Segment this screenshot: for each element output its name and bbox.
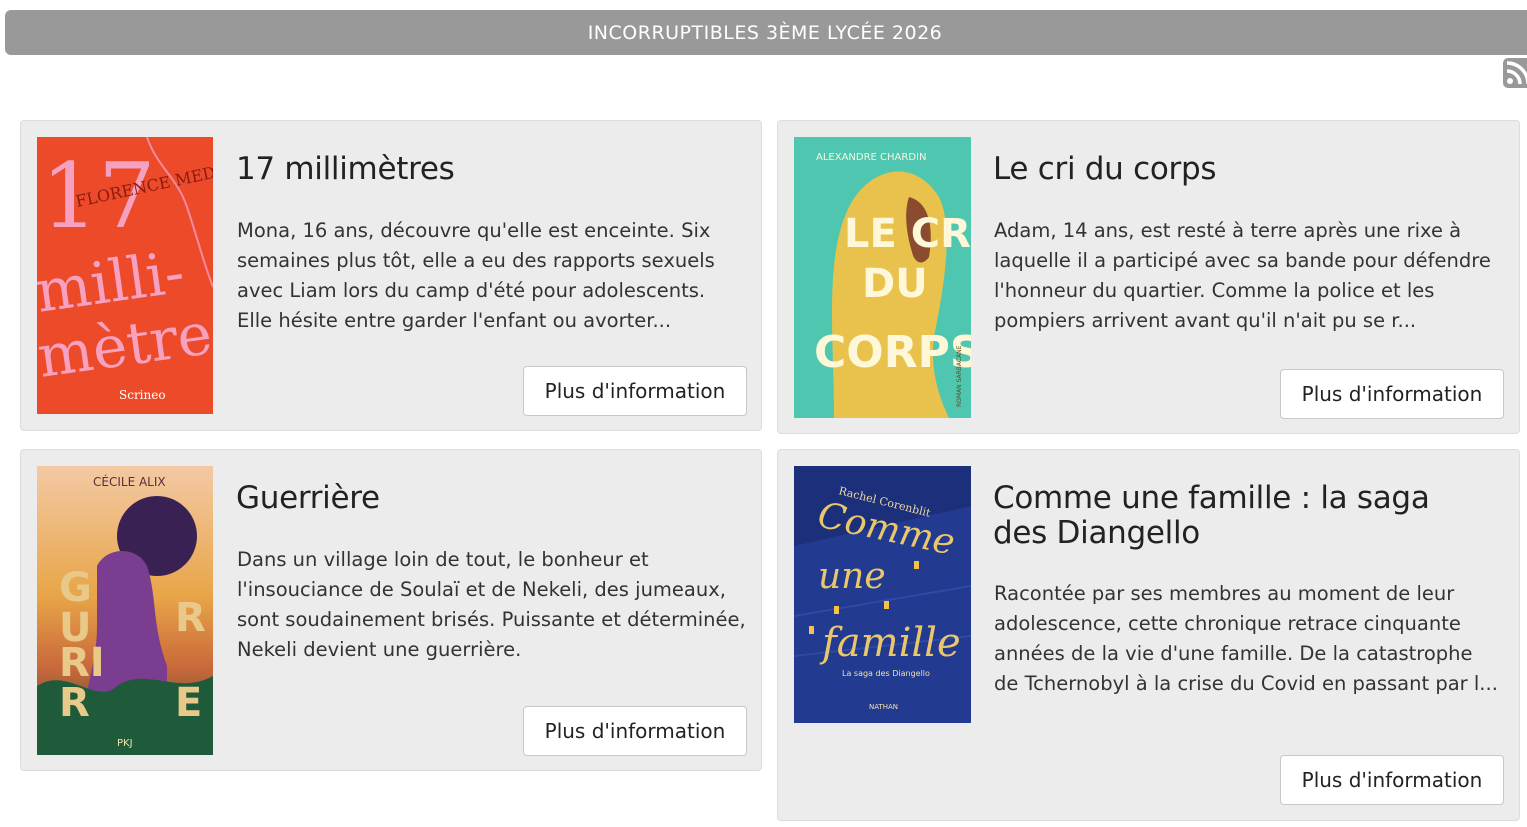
book-card: ALEXANDRE CHARDIN LE CRI DU CORPS ROMAN … — [777, 120, 1520, 434]
cover-spine: ROMAN SARBACANE — [956, 345, 963, 407]
book-card: 17 FLORENCE MEDINA milli- mètres Scrineo… — [20, 120, 762, 431]
book-cover[interactable]: ALEXANDRE CHARDIN LE CRI DU CORPS ROMAN … — [794, 137, 971, 418]
book-card: Rachel Corenblit Comme une famille La sa… — [777, 449, 1520, 821]
cover-publisher: PKJ — [117, 738, 133, 749]
book-description: Mona, 16 ans, découvre qu'elle est encei… — [237, 219, 715, 332]
book-card: CÉCILE ALIX G U RI R R E PKJ Guerrière D… — [20, 449, 762, 771]
book-cover[interactable]: Rachel Corenblit Comme une famille La sa… — [794, 466, 971, 723]
book-description: Adam, 14 ans, est resté à terre après un… — [994, 219, 1491, 332]
svg-text:E: E — [175, 680, 202, 726]
book-description: Dans un village loin de tout, le bonheur… — [237, 548, 746, 661]
book-title[interactable]: Guerrière — [236, 481, 736, 516]
rss-feed-button[interactable] — [1503, 58, 1527, 88]
cover-line2: une — [818, 556, 886, 597]
cover-author: CÉCILE ALIX — [93, 474, 166, 489]
cover-author: ALEXANDRE CHARDIN — [816, 152, 926, 163]
svg-text:R: R — [175, 595, 206, 641]
cover-line3: CORPS — [814, 327, 971, 378]
cover-line1: LE CRI — [844, 211, 971, 257]
cover-publisher: NATHAN — [869, 703, 898, 711]
svg-text:R: R — [59, 680, 90, 726]
more-info-button[interactable]: Plus d'information — [523, 366, 747, 416]
cover-line2: DU — [862, 261, 928, 307]
book-title[interactable]: Le cri du corps — [993, 152, 1493, 187]
section-header: INCORRUPTIBLES 3ÈME LYCÉE 2026 — [5, 10, 1527, 55]
cover-publisher: Scrineo — [119, 388, 166, 402]
cover-line3: famille — [819, 620, 961, 666]
book-title[interactable]: Comme une famille : la saga des Diangell… — [993, 481, 1493, 551]
rss-icon — [1506, 61, 1527, 85]
section-title: INCORRUPTIBLES 3ÈME LYCÉE 2026 — [587, 21, 943, 44]
more-info-button[interactable]: Plus d'information — [523, 706, 747, 756]
book-cover[interactable]: 17 FLORENCE MEDINA milli- mètres Scrineo — [37, 137, 213, 414]
cover-subtitle: La saga des Diangello — [842, 669, 930, 678]
more-info-button[interactable]: Plus d'information — [1280, 369, 1504, 419]
book-title[interactable]: 17 millimètres — [236, 152, 736, 187]
more-info-button[interactable]: Plus d'information — [1280, 755, 1504, 805]
book-description: Racontée par ses membres au moment de le… — [994, 582, 1498, 695]
book-cover[interactable]: CÉCILE ALIX G U RI R R E PKJ — [37, 466, 213, 755]
